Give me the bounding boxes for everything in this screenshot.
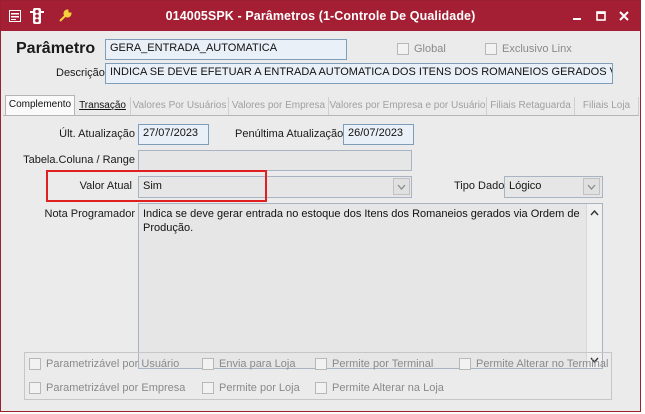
permite-por-loja-box[interactable]: [202, 382, 214, 394]
permite-alterar-loja-label: Permite Alterar na Loja: [332, 382, 444, 394]
minimize-icon[interactable]: [569, 9, 585, 23]
tabela-coluna-label: Tabela.Coluna / Range: [23, 154, 135, 166]
parametrizavel-empresa-label: Parametrizável por Empresa: [46, 382, 186, 394]
valor-atual-dropdown-icon[interactable]: [393, 178, 410, 195]
scroll-up-icon[interactable]: [587, 205, 602, 220]
parametros-window: 014005SPK - Parâmetros (1-Controle De Qu…: [0, 0, 641, 412]
envia-para-loja-box[interactable]: [202, 358, 214, 370]
valor-atual-highlight-box: [46, 170, 267, 202]
permite-por-terminal-label: Permite por Terminal: [332, 358, 434, 370]
parametro-field[interactable]: GERA_ENTRADA_AUTOMATICA: [105, 39, 347, 60]
permite-alterar-terminal-box[interactable]: [459, 358, 471, 370]
permite-por-terminal-box[interactable]: [315, 358, 327, 370]
close-icon[interactable]: [616, 9, 632, 23]
parametro-label: Parâmetro: [16, 40, 96, 57]
tab-filiais-loja[interactable]: Filiais Loja: [575, 97, 639, 115]
tipo-dado-dropdown-icon[interactable]: [583, 178, 600, 195]
nota-programador-label: Nota Programador: [44, 208, 136, 220]
envia-para-loja-label: Envia para Loja: [219, 358, 296, 370]
parametrizavel-empresa-box[interactable]: [29, 382, 41, 394]
penultima-atualizacao-field[interactable]: 26/07/2023: [343, 124, 414, 145]
maximize-icon[interactable]: [593, 9, 609, 23]
exclusivo-linx-checkbox[interactable]: Exclusivo Linx: [485, 43, 572, 55]
nota-programador-memo[interactable]: Indica se deve gerar entrada no estoque …: [138, 203, 603, 369]
global-checkbox-box[interactable]: [397, 43, 409, 55]
global-label: Global: [414, 43, 446, 55]
exclusivo-linx-checkbox-box[interactable]: [485, 43, 497, 55]
tabela-coluna-field[interactable]: [138, 150, 412, 171]
exclusivo-linx-label: Exclusivo Linx: [502, 43, 572, 55]
nota-programador-text: Indica se deve gerar entrada no estoque …: [143, 208, 580, 234]
tipo-dado-combo[interactable]: Lógico: [504, 176, 603, 198]
parametrizavel-usuario-checkbox[interactable]: Parametrizável por Usuário: [29, 358, 179, 370]
global-checkbox[interactable]: Global: [397, 43, 446, 55]
tipo-dado-value: Lógico: [509, 180, 542, 192]
tab-valores-empresa-usuario[interactable]: Valores por Empresa e por Usuário: [329, 97, 487, 115]
tab-strip: Complemento Transação Valores Por Usuári…: [1, 95, 640, 115]
tipo-dado-label: Tipo Dado: [454, 180, 505, 192]
ult-atualizacao-field[interactable]: 27/07/2023: [138, 124, 209, 145]
nota-scrollbar[interactable]: [586, 204, 602, 368]
tab-filiais-retaguarda[interactable]: Filiais Retaguarda: [487, 97, 575, 115]
permite-alterar-loja-checkbox[interactable]: Permite Alterar na Loja: [315, 382, 444, 394]
permite-alterar-terminal-checkbox[interactable]: Permite Alterar no Terminal: [459, 358, 608, 370]
ult-atualizacao-label: Últ. Atualização: [59, 128, 135, 140]
tab-complemento[interactable]: Complemento: [5, 95, 75, 115]
parametrizavel-usuario-box[interactable]: [29, 358, 41, 370]
descricao-label: Descrição: [56, 67, 105, 79]
complemento-panel: Últ. Atualização 27/07/2023 Penúltima At…: [3, 115, 639, 410]
parametrizavel-usuario-label: Parametrizável por Usuário: [46, 358, 180, 370]
descricao-field[interactable]: INDICA SE DEVE EFETUAR A ENTRADA AUTOMAT…: [105, 63, 613, 84]
penultima-atualizacao-label: Penúltima Atualização: [235, 128, 344, 140]
permite-por-loja-checkbox[interactable]: Permite por Loja: [202, 382, 300, 394]
permite-por-terminal-checkbox[interactable]: Permite por Terminal: [315, 358, 433, 370]
tab-transacao[interactable]: Transação: [75, 97, 131, 115]
tab-valores-por-usuarios[interactable]: Valores Por Usuários: [131, 97, 229, 115]
tab-valores-por-empresa[interactable]: Valores por Empresa: [229, 97, 329, 115]
title-bar: 014005SPK - Parâmetros (1-Controle De Qu…: [1, 1, 640, 31]
permite-por-loja-label: Permite por Loja: [219, 382, 300, 394]
window-title: 014005SPK - Parâmetros (1-Controle De Qu…: [165, 9, 476, 23]
parametrizavel-empresa-checkbox[interactable]: Parametrizável por Empresa: [29, 382, 185, 394]
envia-para-loja-checkbox[interactable]: Envia para Loja: [202, 358, 295, 370]
window-content: Parâmetro GERA_ENTRADA_AUTOMATICA Global…: [1, 31, 640, 411]
permite-alterar-loja-box[interactable]: [315, 382, 327, 394]
permite-alterar-terminal-label: Permite Alterar no Terminal: [476, 358, 609, 370]
